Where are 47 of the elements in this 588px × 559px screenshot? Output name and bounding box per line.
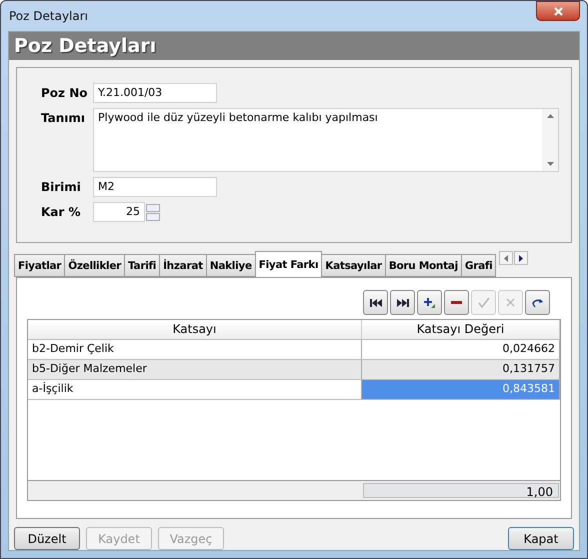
tab[interactable]: Özellikler: [64, 254, 126, 277]
skip-first-icon: [370, 298, 382, 308]
scroll-down-icon: [546, 162, 554, 166]
plus-icon: [423, 296, 436, 308]
table-cell: b5-Diğer Malzemeler: [28, 360, 362, 379]
check-icon: [478, 297, 490, 308]
field-label: Birimi: [41, 179, 82, 196]
toolbar-button[interactable]: [525, 290, 550, 315]
refresh-icon: [531, 298, 544, 308]
tab-scroll-right-button[interactable]: [514, 251, 528, 265]
dialog-button[interactable]: Düzelt: [14, 527, 80, 550]
close-icon: [506, 298, 515, 307]
caret-left-icon: [504, 254, 508, 262]
tab[interactable]: Fiyatlar: [14, 254, 66, 277]
text-area[interactable]: Plywood ile düz yüzeyli betonarme kalıbı yapılması: [93, 108, 559, 172]
tab[interactable]: İhzarat: [159, 254, 207, 277]
page-header: Poz Detayları: [9, 32, 579, 60]
number-field[interactable]: 25: [93, 202, 145, 222]
window-title: Poz Detayları: [8, 9, 88, 23]
total-cell: 1,00: [363, 483, 559, 498]
tab[interactable]: Fiyat Farkı: [254, 251, 322, 277]
scroll-up-icon: [546, 114, 554, 118]
field-label: Tanımı: [41, 110, 86, 127]
toolbar-button[interactable]: [444, 290, 469, 315]
tab[interactable]: Katsayılar: [321, 254, 386, 277]
input-field[interactable]: Y.21.001/03: [93, 83, 217, 103]
caret-right-icon: [519, 254, 524, 262]
table-cell: 0,843581: [362, 380, 560, 399]
tab[interactable]: Grafi: [460, 254, 496, 277]
minus-icon: [451, 301, 462, 304]
field-label: Poz No: [41, 85, 88, 102]
skip-last-icon: [396, 298, 408, 308]
column-header[interactable]: Katsayı Değeri: [362, 320, 560, 339]
tab[interactable]: Tarifi: [124, 254, 160, 277]
toolbar-button[interactable]: [417, 290, 442, 315]
close-button[interactable]: [536, 1, 580, 21]
input-field[interactable]: M2: [93, 177, 217, 197]
tab[interactable]: Boru Montaj: [384, 254, 462, 277]
field-label: Kar %: [41, 204, 82, 221]
tab[interactable]: Nakliye: [206, 254, 256, 277]
close-icon: [554, 6, 562, 16]
toolbar-button[interactable]: [363, 290, 388, 315]
toolbar-button[interactable]: [390, 290, 415, 315]
column-header[interactable]: Katsayı: [28, 320, 362, 339]
dialog-button[interactable]: Kapat: [508, 527, 574, 550]
tab-scroll-left-button[interactable]: [499, 251, 514, 265]
table-cell: 0,131757: [362, 360, 560, 379]
